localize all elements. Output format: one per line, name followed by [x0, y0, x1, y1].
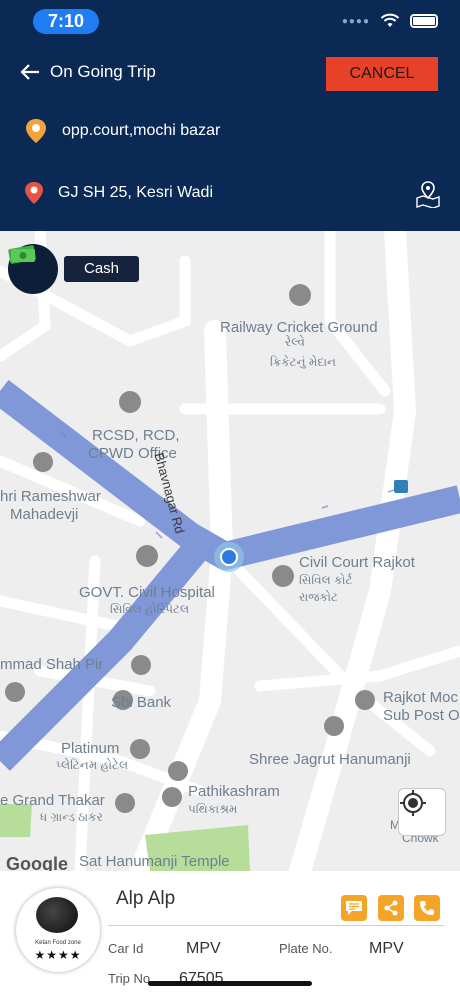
- page-title: On Going Trip: [50, 62, 156, 81]
- panel-divider: [108, 925, 444, 926]
- pickup-location[interactable]: opp.court,mochi bazar: [24, 118, 220, 144]
- crosshair-icon[interactable]: [399, 789, 427, 817]
- map-label-rajkot-moc2: Sub Post O: [383, 707, 460, 724]
- google-logo: Google: [6, 854, 68, 871]
- map-label-civil-court: Civil Court Rajkot: [299, 554, 415, 571]
- map-label-hospital: GOVT. Civil Hospital: [79, 584, 215, 601]
- map-label-railway-gu2: ક્રિકેટનું મેદાન: [270, 355, 336, 369]
- map-label-rcsd1: RCSD, RCD,: [92, 427, 180, 444]
- map-label-civil-court-gu1: સિવિલ કોર્ટ: [299, 573, 353, 587]
- map-label-hanumanji: Shree Jagrut Hanumanji: [249, 751, 411, 768]
- car-id-value: MPV: [186, 940, 221, 957]
- map-label-hospital-gu: સિવિલ હોસ્પિટલ: [110, 602, 190, 616]
- avatar-photo: [36, 897, 78, 933]
- battery-icon: [410, 14, 438, 28]
- map-label-rajkot-moc1: Rajkot Moc: [383, 689, 459, 706]
- map-label-pathik-gu: પથિકાશ્રમ: [188, 802, 238, 816]
- wifi-icon: [380, 13, 400, 27]
- pickup-pin-icon: [26, 119, 46, 143]
- status-icons: ●●●●: [342, 13, 438, 29]
- map-label-rameshwar1: hri Rameshwar: [0, 488, 101, 505]
- drop-pin-icon: [25, 182, 43, 204]
- cash-icon[interactable]: [8, 244, 38, 264]
- driver-name: Alp Alp: [116, 888, 176, 909]
- back-arrow-icon[interactable]: [20, 63, 40, 81]
- status-time: 7:10: [33, 9, 99, 34]
- trip-no-label: Trip No.: [108, 971, 154, 986]
- map-label-thakar: e Grand Thakar: [0, 792, 105, 809]
- chat-icon[interactable]: [345, 900, 363, 916]
- map-label-sbi: Sbi Bank: [111, 694, 172, 711]
- call-button[interactable]: [414, 895, 440, 921]
- map-label-civil-court-gu2: રાજકોટ: [299, 590, 338, 604]
- chat-button[interactable]: [341, 895, 367, 921]
- map-label-shah-pir: mmad Shah Pir: [0, 656, 104, 673]
- pickup-address: opp.court,mochi bazar: [62, 122, 221, 139]
- phone-icon[interactable]: [419, 900, 435, 916]
- car-id-label: Car Id: [108, 941, 144, 956]
- signal-icon: ●●●●: [341, 15, 370, 27]
- map-label-railway-gu1: રેલ્વે: [285, 335, 305, 349]
- share-button[interactable]: [378, 895, 404, 921]
- cancel-trip-button[interactable]: CANCEL: [326, 57, 438, 91]
- driver-panel: Ketan Food zone ★★★★ Alp Alp Car Id MPV …: [0, 871, 460, 996]
- map-label-sat-hanumanji: Sat Hanumanji Temple: [79, 853, 230, 870]
- payment-method-label[interactable]: Cash: [64, 256, 139, 282]
- plate-label: Plate No.: [279, 941, 333, 956]
- share-icon[interactable]: [383, 900, 399, 916]
- plate-value: MPV: [369, 940, 404, 957]
- drop-address: GJ SH 25, Kesri Wadi: [58, 184, 214, 201]
- map-label-rameshwar2: Mahadevji: [10, 506, 79, 523]
- driver-avatar: Ketan Food zone ★★★★: [16, 888, 100, 972]
- payment-method-button[interactable]: [8, 244, 58, 294]
- avatar-caption: Ketan Food zone: [35, 940, 81, 946]
- map-label-thakar-gu: ધ ગ્રાન્ડ ઠાકર: [40, 810, 103, 824]
- map-pin-icon[interactable]: [414, 180, 442, 209]
- home-indicator: [148, 981, 312, 986]
- recenter-button[interactable]: [398, 788, 446, 836]
- drop-location[interactable]: GJ SH 25, Kesri Wadi: [24, 181, 213, 205]
- ongoing-trip-screen: 7:10 ●●●● On Going Trip CANCEL opp.court…: [0, 0, 460, 996]
- map-label-railway: Railway Cricket Ground: [220, 319, 378, 336]
- driver-rating: ★★★★: [34, 948, 82, 962]
- map-label-platinum: Platinum: [61, 740, 120, 757]
- trip-header: 7:10 ●●●● On Going Trip CANCEL opp.court…: [0, 0, 460, 231]
- back-button[interactable]: On Going Trip: [20, 62, 156, 82]
- map-location-button[interactable]: [414, 180, 442, 213]
- map-label-platinum-gu: પ્લેટિનમ હોટેલ: [56, 758, 129, 772]
- map-label-pathik: Pathikashram: [188, 783, 280, 800]
- route-map[interactable]: Railway Cricket Ground રેલ્વે ક્રિકેટનું…: [0, 231, 460, 871]
